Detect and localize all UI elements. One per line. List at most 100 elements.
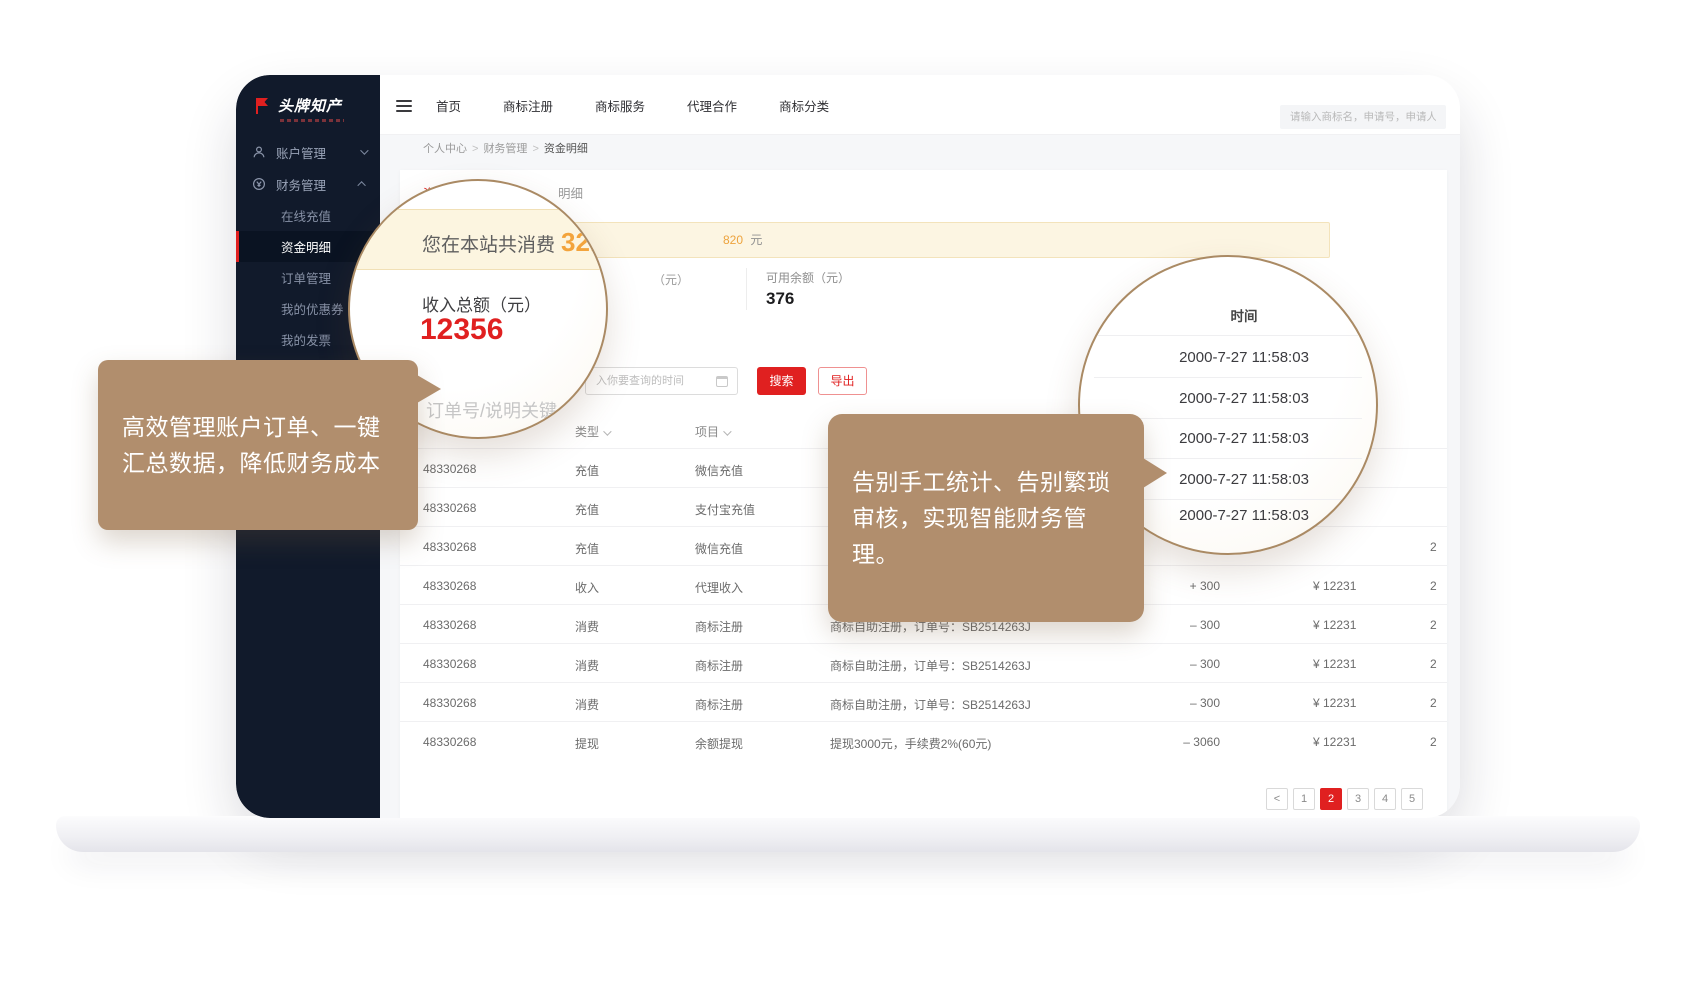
- cell-desc: 提现3000元，手续费2%(60元): [830, 735, 991, 752]
- callout-tail-icon: [417, 375, 441, 403]
- pagination-page-4[interactable]: 4: [1374, 788, 1396, 810]
- callout-left: 高效管理账户订单、一键 汇总数据，降低财务成本: [98, 360, 418, 530]
- breadcrumb-separator: >: [472, 143, 478, 155]
- nav-item-trademark-category[interactable]: 商标分类: [779, 96, 829, 115]
- cell-order: 48330268: [423, 501, 476, 515]
- sort-chevron-icon: [603, 427, 611, 435]
- cell-order: 48330268: [423, 618, 476, 632]
- cell-amount: + 300: [1140, 579, 1220, 593]
- pagination-page-5[interactable]: 5: [1401, 788, 1423, 810]
- cell-type: 收入: [575, 579, 599, 596]
- cell-order: 48330268: [423, 696, 476, 710]
- lens-banner-amount: 32124: [561, 227, 608, 257]
- user-icon: [252, 145, 266, 159]
- cell-desc: 商标自助注册，订单号：SB2514263J: [830, 696, 1031, 713]
- banner-number: 820: [723, 233, 743, 247]
- trademark-search-input[interactable]: [1280, 105, 1446, 129]
- cell-project: 支付宝充值: [695, 501, 755, 518]
- lens-banner-text: 您在本站共消费32124元: [422, 227, 608, 258]
- brand-name: 头牌知产: [278, 95, 342, 116]
- stat-divider: [746, 268, 747, 310]
- pagination: < 1 2 3 4 5: [1266, 788, 1423, 810]
- cell-project: 商标注册: [695, 618, 743, 635]
- cell-balance: ¥ 12231: [1313, 579, 1356, 593]
- cell-amount: – 3060: [1140, 735, 1220, 749]
- tab-secondary-fragment[interactable]: 明细: [558, 183, 583, 202]
- sidebar-item-label: 财务管理: [276, 175, 360, 194]
- table-row: 48330268消费商标注册商标自助注册，订单号：SB2514263J– 300…: [400, 682, 1447, 721]
- lens-separator: [1094, 335, 1362, 336]
- sidebar-item-account[interactable]: 账户管理: [236, 136, 380, 168]
- finance-icon: [252, 177, 266, 191]
- breadcrumb-finance[interactable]: 财务管理: [483, 143, 527, 155]
- balance-label: 可用余额（元）: [766, 269, 850, 286]
- cell-order: 48330268: [423, 579, 476, 593]
- cell-balance: ¥ 12231: [1313, 696, 1356, 710]
- balance-value: 376: [766, 289, 794, 309]
- cell-type: 消费: [575, 657, 599, 674]
- cell-type: 消费: [575, 696, 599, 713]
- cell-order: 48330268: [423, 657, 476, 671]
- nav-item-trademark-service[interactable]: 商标服务: [595, 96, 645, 115]
- cell-type: 充值: [575, 462, 599, 479]
- cell-desc: 商标自助注册，订单号：SB2514263J: [830, 657, 1031, 674]
- cell-balance: ¥ 12231: [1313, 735, 1356, 749]
- pagination-page-2-active[interactable]: 2: [1320, 788, 1342, 810]
- lens-time-row: 2000-7-27 11:58:03: [1080, 390, 1376, 407]
- calendar-icon[interactable]: [716, 376, 728, 387]
- cell-amount: – 300: [1140, 618, 1220, 632]
- cell-amount: – 300: [1140, 696, 1220, 710]
- header-project[interactable]: 项目: [695, 423, 729, 440]
- pagination-page-3[interactable]: 3: [1347, 788, 1369, 810]
- pagination-page-1[interactable]: 1: [1293, 788, 1315, 810]
- sidebar-item-finance[interactable]: 财务管理: [236, 168, 380, 200]
- cell-order: 48330268: [423, 462, 476, 476]
- search-button[interactable]: 搜索: [757, 367, 806, 395]
- cell-time: 2: [1430, 735, 1437, 749]
- cell-time: 2: [1430, 579, 1437, 593]
- callout-right-text: 告别手工统计、告别繁琐 审核，实现智能财务管 理。: [852, 469, 1111, 567]
- chevron-down-icon: [360, 146, 368, 154]
- brand-flag-icon: [252, 96, 272, 116]
- cell-project: 余额提现: [695, 735, 743, 752]
- nav-item-agent-cooperation[interactable]: 代理合作: [687, 96, 737, 115]
- lens-ghost-column-header: 订单号/说明关键: [426, 397, 557, 423]
- breadcrumb-current: 资金明细: [544, 143, 588, 155]
- cell-time: 2: [1430, 618, 1437, 632]
- cell-project: 微信充值: [695, 462, 743, 479]
- cell-type: 充值: [575, 540, 599, 557]
- brand-tagline-decoration: [280, 119, 344, 122]
- time-query-input[interactable]: [586, 368, 704, 394]
- cell-time: 2: [1430, 657, 1437, 671]
- sort-chevron-icon: [723, 427, 731, 435]
- callout-right: 告别手工统计、告别繁琐 审核，实现智能财务管 理。: [828, 414, 1144, 622]
- cell-project: 微信充值: [695, 540, 743, 557]
- logo: 头牌知产: [236, 75, 380, 116]
- laptop-base: [56, 816, 1640, 852]
- cell-time: 2: [1430, 540, 1437, 554]
- sidebar-item-label: 账户管理: [276, 143, 360, 162]
- header-type[interactable]: 类型: [575, 423, 609, 440]
- cell-type: 充值: [575, 501, 599, 518]
- expense-unit-fragment: （元）: [653, 271, 689, 288]
- export-button[interactable]: 导出: [818, 367, 867, 395]
- table-row: 48330268 提现 余额提现 提现3000元，手续费2%(60元) – 3060 ¥ …: [400, 721, 1447, 760]
- top-navigation: 首页 商标注册 商标服务 代理合作 商标分类: [436, 75, 871, 135]
- cell-balance: ¥ 12231: [1313, 657, 1356, 671]
- marketing-screenshot-page: 头牌知产 账户管理 财务管理 在线充值: [0, 0, 1696, 1002]
- lens-income-value: 12356: [420, 313, 503, 347]
- nav-item-home[interactable]: 首页: [436, 96, 461, 115]
- breadcrumb-separator: >: [532, 143, 538, 155]
- cell-balance: ¥ 12231: [1313, 618, 1356, 632]
- callout-tail-icon: [1143, 458, 1167, 488]
- hamburger-menu-icon[interactable]: [396, 100, 412, 115]
- cell-type: 提现: [575, 735, 599, 752]
- lens-separator: [1094, 377, 1362, 378]
- cell-order: 48330268: [423, 735, 476, 749]
- time-query-field[interactable]: [585, 367, 738, 395]
- cell-project: 代理收入: [695, 579, 743, 596]
- nav-item-trademark-register[interactable]: 商标注册: [503, 96, 553, 115]
- pagination-prev-button[interactable]: <: [1266, 788, 1288, 810]
- breadcrumb-personal-center[interactable]: 个人中心: [423, 143, 467, 155]
- lens-banner-prefix: 您在本站共消费: [422, 235, 555, 256]
